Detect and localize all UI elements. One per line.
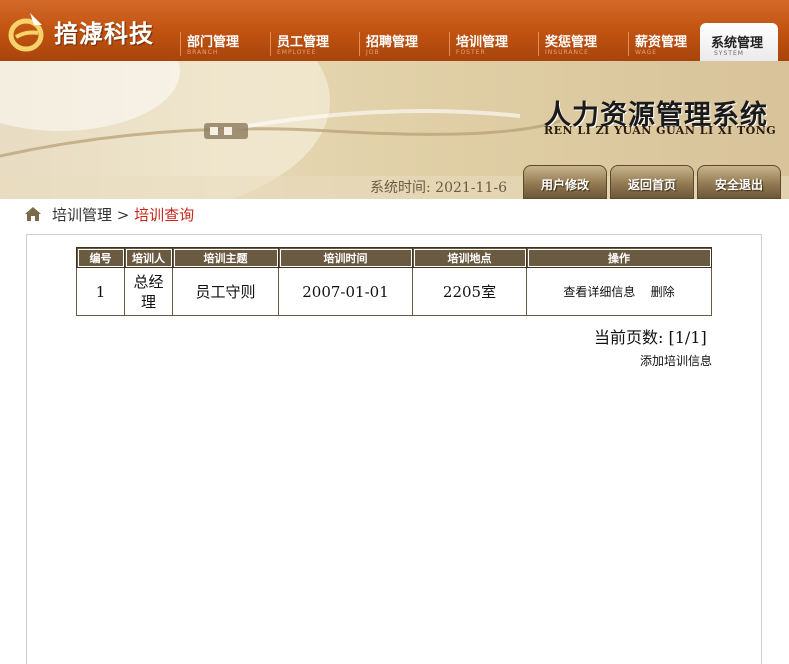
nav-sublabel: WAGE (635, 49, 658, 56)
brand-name: 揞滹科技 (54, 20, 154, 48)
system-time-label: 系统时间: (370, 180, 431, 196)
user-edit-button[interactable]: 用户修改 (523, 165, 607, 199)
column-header-topic: 培训主题 (172, 247, 279, 268)
nav-label: 系统管理 (711, 36, 764, 51)
nav-sublabel: INSURANCE (545, 49, 589, 56)
nav-sublabel: SYSTEM (714, 50, 744, 57)
nav-label: 部门管理 (187, 35, 240, 50)
nav-separator (359, 32, 360, 56)
delete-link[interactable]: 删除 (651, 285, 675, 299)
system-time: 系统时间: 2021-11-6 (370, 177, 507, 197)
system-time-value: 2021-11-6 (435, 180, 507, 196)
logo-icon (8, 13, 44, 52)
nav-separator (449, 32, 450, 56)
system-subtitle: REN LI ZI YUAN GUAN LI XI TONG (544, 124, 777, 137)
nav-foster[interactable]: 培训管理 FOSTER (449, 24, 533, 60)
home-button[interactable]: 返回首页 (610, 165, 694, 199)
nav-job[interactable]: 招聘管理 JOB (359, 24, 443, 60)
nav-label: 奖惩管理 (545, 35, 598, 50)
nav-label: 薪资管理 (635, 35, 688, 50)
pager-value: [1/1] (668, 328, 707, 347)
column-header-time: 培训时间 (278, 247, 413, 268)
column-header-place: 培训地点 (412, 247, 527, 268)
nav-separator (270, 32, 271, 56)
breadcrumb-text: 培训管理 > 培训查询 (52, 204, 194, 225)
nav-sublabel: EMPLOYEE (277, 49, 317, 56)
pager: 当前页数: [1/1] (594, 324, 707, 348)
nav-system[interactable]: 系统管理 SYSTEM (700, 23, 778, 61)
home-icon (25, 207, 41, 221)
nav-branch[interactable]: 部门管理 BRANCH (180, 24, 264, 60)
cell-place: 2205室 (412, 267, 527, 316)
breadcrumb-current: 培训查询 (134, 206, 195, 224)
top-nav-bar: 揞滹科技 部门管理 BRANCH 员工管理 EMPLOYEE 招聘管理 JOB … (0, 0, 789, 61)
breadcrumb-separator: > (116, 206, 130, 224)
nav-employee[interactable]: 员工管理 EMPLOYEE (270, 24, 354, 60)
nav-separator (538, 32, 539, 56)
table-header-row: 编号 培训人 培训主题 培训时间 培训地点 操作 (76, 247, 712, 268)
pager-label: 当前页数: (594, 328, 664, 347)
nav-label: 员工管理 (277, 35, 330, 50)
nav-separator (180, 32, 181, 56)
nav-insurance[interactable]: 奖惩管理 INSURANCE (538, 24, 622, 60)
breadcrumb-parent[interactable]: 培训管理 (52, 206, 112, 224)
cell-topic: 员工守则 (172, 267, 279, 316)
cell-actions: 查看详细信息 删除 (526, 267, 712, 316)
cell-person: 总经理 (124, 267, 173, 316)
view-details-link[interactable]: 查看详细信息 (563, 285, 635, 299)
nav-sublabel: FOSTER (456, 49, 486, 56)
nav-label: 培训管理 (456, 35, 509, 50)
training-table: 编号 培训人 培训主题 培训时间 培训地点 操作 1 总经理 员工守则 2007… (76, 247, 712, 316)
banner: 人力资源管理系统 REN LI ZI YUAN GUAN LI XI TONG … (0, 61, 789, 199)
column-header-id: 编号 (76, 247, 125, 268)
add-training-link[interactable]: 添加培训信息 (640, 352, 712, 369)
cell-time: 2007-01-01 (278, 267, 413, 316)
nav-sublabel: JOB (366, 49, 380, 56)
cell-id: 1 (76, 267, 125, 316)
nav-label: 招聘管理 (366, 35, 419, 50)
nav-separator (628, 32, 629, 56)
column-header-actions: 操作 (526, 247, 712, 268)
logout-button[interactable]: 安全退出 (697, 165, 781, 199)
nav-sublabel: BRANCH (187, 49, 219, 56)
column-header-person: 培训人 (124, 247, 173, 268)
table-row: 1 总经理 员工守则 2007-01-01 2205室 查看详细信息 删除 (76, 267, 712, 316)
